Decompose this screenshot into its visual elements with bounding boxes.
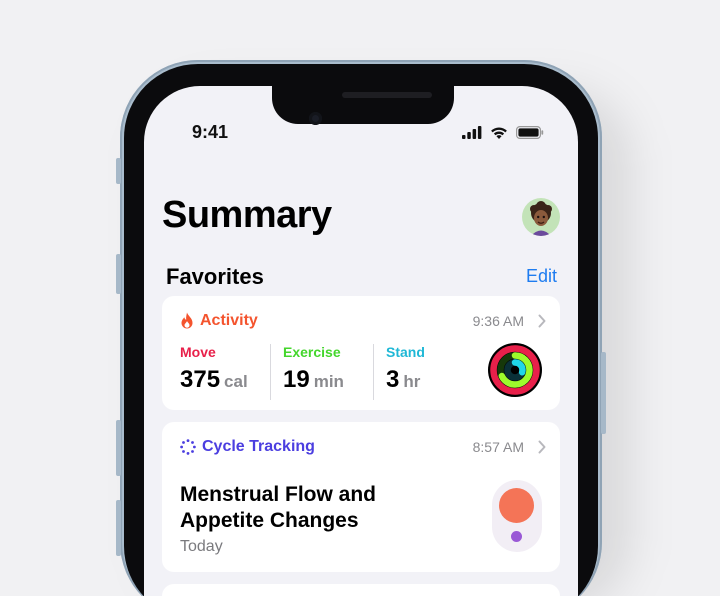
stand-metric: Stand 3 hr — [386, 344, 476, 400]
status-icons — [462, 126, 544, 139]
status-time: 9:41 — [192, 122, 229, 142]
activity-card-header: Activity 9:36 AM — [180, 310, 546, 332]
avatar[interactable] — [522, 198, 560, 236]
battery-icon — [516, 126, 544, 139]
next-summary-card[interactable] — [162, 584, 560, 596]
speaker-grille — [342, 92, 432, 98]
activity-rings-icon — [488, 343, 542, 397]
mute-switch — [116, 158, 121, 184]
stand-label: Stand — [386, 344, 425, 360]
favorites-heading: Favorites — [166, 264, 264, 289]
phone-frame: 9:41 Summary Favorites Edit Activity 9:3… — [116, 60, 606, 596]
cycle-tracking-card[interactable]: Cycle Tracking 8:57 AM Menstrual Flow an… — [162, 422, 560, 572]
cellular-signal-icon — [462, 126, 482, 139]
power-button — [601, 352, 606, 434]
activity-title: Activity — [200, 312, 258, 329]
flame-icon — [181, 312, 193, 329]
chevron-right-icon[interactable] — [538, 440, 546, 454]
move-metric: Move 375 cal — [180, 344, 270, 400]
move-unit: cal — [224, 372, 248, 391]
metric-divider — [373, 344, 374, 400]
cycle-headline-line2: Appetite Changes — [180, 509, 359, 532]
cycle-dots-icon — [180, 439, 196, 455]
exercise-metric: Exercise 19 min — [283, 344, 373, 400]
cycle-log-pill — [492, 480, 542, 552]
page-title: Summary — [162, 194, 332, 236]
activity-card[interactable]: Activity 9:36 AM Move 375 cal Exercise 19… — [162, 296, 560, 410]
volume-up-button — [116, 254, 121, 294]
activity-time: 9:36 AM — [472, 313, 524, 329]
memoji-avatar-icon — [530, 201, 552, 236]
volume-down-button — [116, 420, 121, 476]
menstrual-flow-dot — [499, 488, 534, 523]
edit-button[interactable]: Edit — [526, 266, 557, 287]
wifi-icon — [491, 127, 507, 139]
cycle-title: Cycle Tracking — [202, 438, 315, 455]
exercise-unit: min — [313, 372, 344, 391]
symptom-dot — [511, 531, 522, 542]
cycle-headline-line1: Menstrual Flow and — [180, 483, 377, 506]
front-camera — [309, 112, 322, 125]
screen: 9:41 Summary Favorites Edit Activity 9:3… — [144, 86, 578, 596]
chevron-right-icon[interactable] — [538, 314, 546, 328]
side-button-left — [116, 500, 121, 556]
cycle-time: 8:57 AM — [472, 439, 524, 455]
stand-unit: hr — [403, 372, 421, 391]
cycle-headline: Menstrual Flow and Appetite Changes — [180, 482, 440, 534]
exercise-value: 19 — [283, 366, 310, 393]
metric-divider — [270, 344, 271, 400]
activity-metrics: Move 375 cal Exercise 19 min Stand 3 hr — [180, 344, 476, 400]
move-value: 375 — [180, 366, 221, 393]
phone-bezel: 9:41 Summary Favorites Edit Activity 9:3… — [124, 64, 598, 596]
move-label: Move — [180, 344, 216, 360]
cycle-date: Today — [180, 538, 223, 555]
stand-value: 3 — [386, 366, 400, 393]
exercise-label: Exercise — [283, 344, 341, 360]
cycle-card-header: Cycle Tracking 8:57 AM — [180, 436, 546, 458]
